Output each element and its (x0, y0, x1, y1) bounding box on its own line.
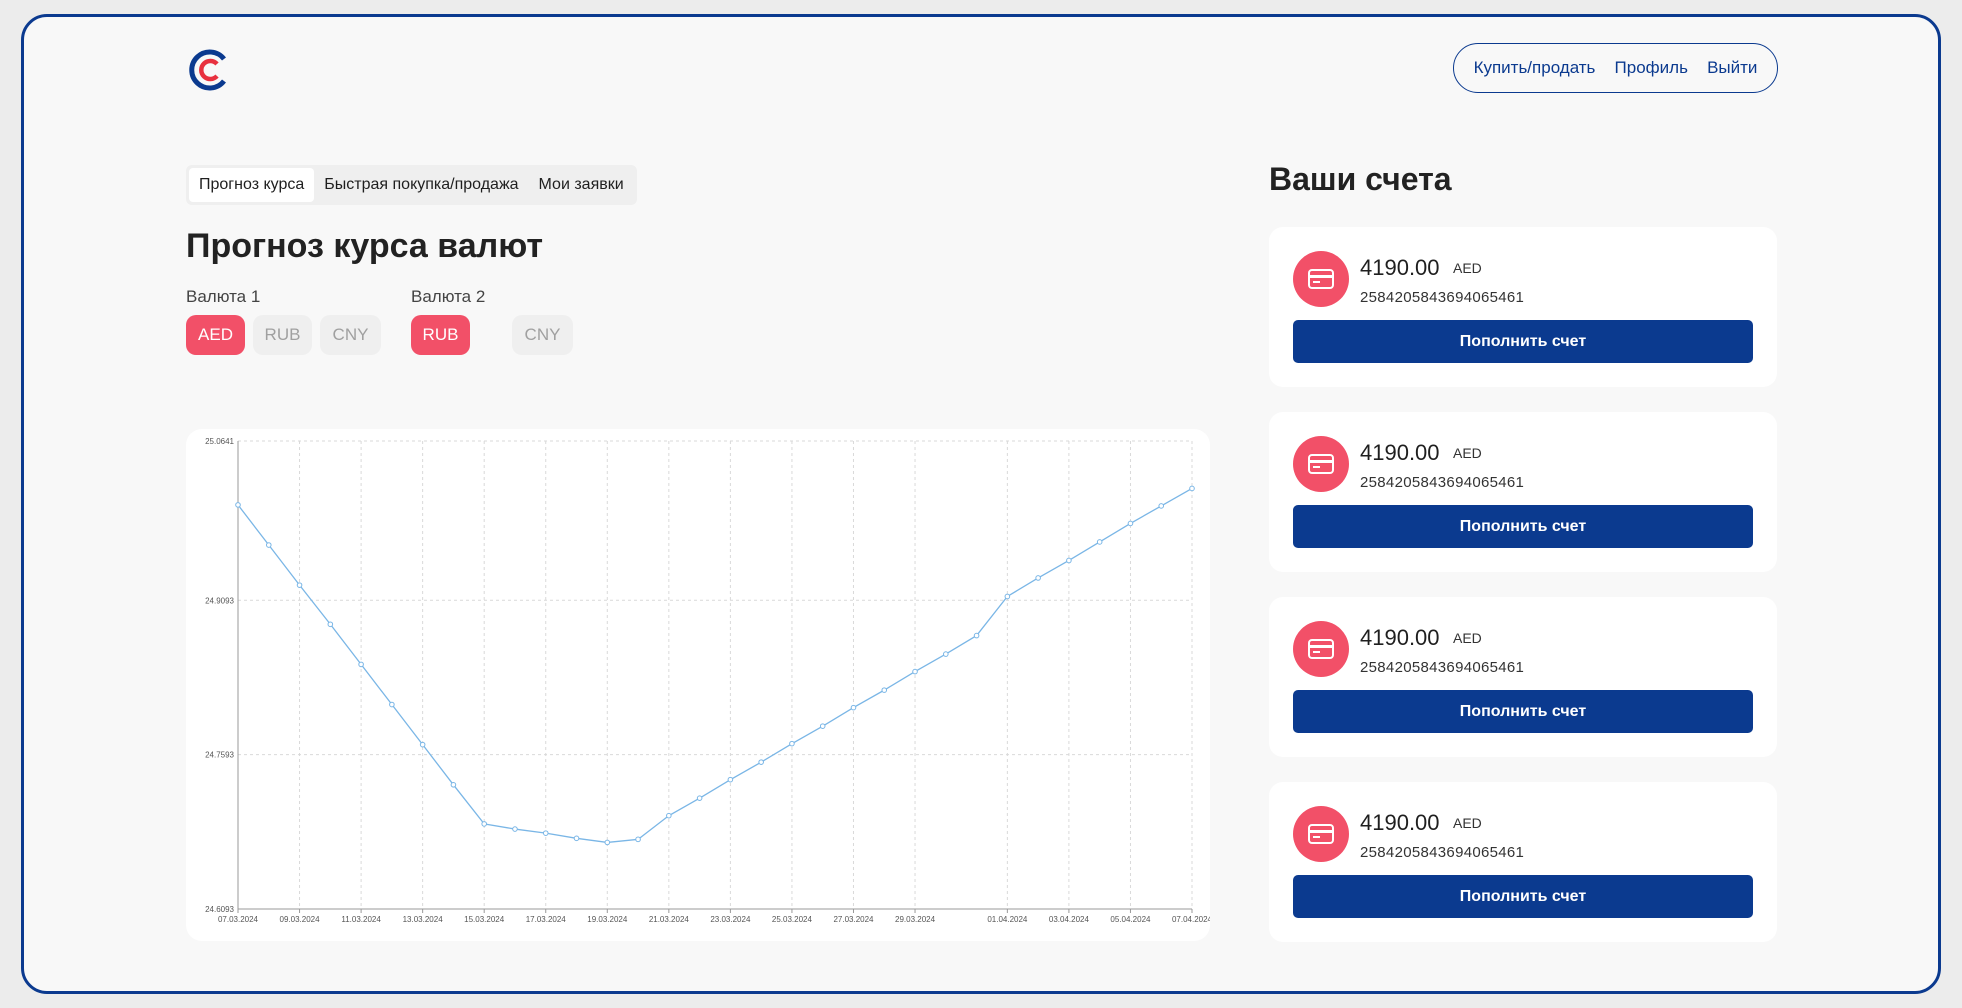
currency1-option-aed[interactable]: AED (186, 315, 245, 355)
data-point (1035, 575, 1041, 581)
account-amount: 4190.00 (1360, 625, 1440, 650)
data-point (881, 687, 888, 693)
data-point (235, 502, 241, 508)
tab-forecast[interactable]: Прогноз курса (189, 168, 315, 202)
data-point (512, 826, 518, 832)
currency1-option-cny[interactable]: CNY (320, 315, 381, 355)
x-tick-label: 15.03.2024 (464, 915, 505, 924)
account-currency: AED (1453, 815, 1482, 831)
y-tick-label: 24.7593 (205, 751, 234, 760)
currency2-label: Валюта 2 (411, 287, 486, 306)
top-up-button[interactable]: Пополнить счет (1293, 875, 1753, 918)
data-point (358, 661, 364, 668)
data-point (450, 781, 457, 788)
data-point (727, 776, 734, 783)
account-number: 2584205843694065461 (1360, 844, 1525, 861)
x-tick-label: 13.03.2024 (403, 915, 444, 924)
x-tick-label: 27.03.2024 (833, 915, 874, 924)
top-nav: Купить/продать Профиль Выйти (1453, 43, 1778, 93)
data-point (789, 740, 795, 747)
account-amount: 4190.00 (1360, 440, 1440, 465)
currency1-option-rub[interactable]: RUB (253, 315, 312, 355)
tab-quick-trade[interactable]: Быстрая покупка/продажа (314, 168, 528, 202)
account-number: 2584205843694065461 (1360, 289, 1525, 306)
data-point (635, 836, 641, 843)
account-currency: AED (1453, 260, 1482, 276)
tab-bar: Прогноз курса Быстрая покупка/продажа Мо… (186, 165, 637, 205)
x-tick-label: 03.04.2024 (1049, 915, 1090, 924)
data-point (296, 582, 303, 588)
currency2-option-cny[interactable]: CNY (512, 315, 573, 355)
account-amount: 4190.00 (1360, 810, 1440, 835)
data-point (912, 668, 918, 675)
data-point (573, 835, 580, 842)
data-point (696, 795, 703, 801)
x-tick-label: 01.04.2024 (987, 915, 1028, 924)
data-point (542, 830, 549, 836)
account-number: 2584205843694065461 (1360, 659, 1525, 676)
data-point (389, 701, 395, 708)
y-tick-label: 24.9093 (205, 596, 234, 605)
x-tick-label: 19.03.2024 (587, 915, 628, 924)
x-tick-label: 07.03.2024 (218, 915, 259, 924)
data-point (1004, 593, 1011, 600)
currency2-option-rub[interactable]: RUB (411, 315, 470, 355)
page-title: Прогноз курса валют (186, 227, 544, 265)
account-card: 4190.00 AED 2584205843694065461 Пополнит… (1269, 597, 1777, 757)
data-point (1127, 520, 1134, 527)
x-tick-label: 23.03.2024 (710, 915, 751, 924)
account-number: 2584205843694065461 (1360, 474, 1525, 491)
credit-card-icon (1293, 251, 1349, 307)
data-point (481, 821, 487, 827)
x-tick-label: 17.03.2024 (526, 915, 567, 924)
nav-profile[interactable]: Профиль (1615, 58, 1688, 78)
data-point (1066, 557, 1072, 564)
y-tick-label: 24.6093 (205, 905, 234, 914)
tab-my-orders[interactable]: Мои заявки (529, 168, 634, 202)
x-tick-label: 05.04.2024 (1110, 915, 1151, 924)
data-point (1096, 539, 1103, 545)
x-tick-label: 07.04.2024 (1172, 915, 1210, 924)
data-point (265, 542, 272, 548)
nav-buy-sell[interactable]: Купить/продать (1474, 58, 1596, 78)
series-line (237, 487, 1193, 844)
credit-card-icon (1293, 436, 1349, 492)
x-tick-label: 29.03.2024 (895, 915, 936, 924)
account-currency: AED (1453, 630, 1482, 646)
data-point (943, 651, 949, 657)
account-currency: AED (1453, 445, 1482, 461)
data-point (604, 839, 611, 846)
data-point (850, 704, 857, 711)
y-tick-label: 25.0641 (205, 437, 234, 446)
x-tick-label: 11.03.2024 (341, 915, 381, 924)
data-point (973, 632, 980, 639)
x-tick-label: 25.03.2024 (772, 915, 813, 924)
accounts-title: Ваши счета (1269, 161, 1452, 197)
nav-logout[interactable]: Выйти (1707, 58, 1757, 78)
app-window: Купить/продать Профиль Выйти Прогноз кур… (21, 14, 1941, 994)
chart-svg: 24.6093 24.7593 24.9093 25.0641 07.03.2024 09… (205, 437, 1210, 924)
data-point (819, 723, 826, 729)
account-amount: 4190.00 (1360, 255, 1440, 280)
top-up-button[interactable]: Пополнить счет (1293, 690, 1753, 733)
account-card: 4190.00 AED 2584205843694065461 Пополнит… (1269, 227, 1777, 387)
data-point (666, 812, 672, 819)
data-point (419, 741, 426, 748)
x-tick-label: 09.03.2024 (280, 915, 321, 924)
forecast-chart: 24.6093 24.7593 24.9093 25.0641 07.03.2024 09… (186, 429, 1210, 941)
credit-card-icon (1293, 806, 1349, 862)
credit-card-icon (1293, 621, 1349, 677)
logo-icon (189, 49, 226, 91)
data-point (1158, 503, 1165, 509)
top-up-button[interactable]: Пополнить счет (1293, 320, 1753, 363)
data-point (327, 621, 334, 628)
data-point (1189, 485, 1195, 492)
data-point (758, 759, 764, 765)
currency1-label: Валюта 1 (186, 287, 261, 306)
top-up-button[interactable]: Пополнить счет (1293, 505, 1753, 548)
x-tick-label: 21.03.2024 (649, 915, 690, 924)
account-card: 4190.00 AED 2584205843694065461 Пополнит… (1269, 782, 1777, 942)
account-card: 4190.00 AED 2584205843694065461 Пополнит… (1269, 412, 1777, 572)
